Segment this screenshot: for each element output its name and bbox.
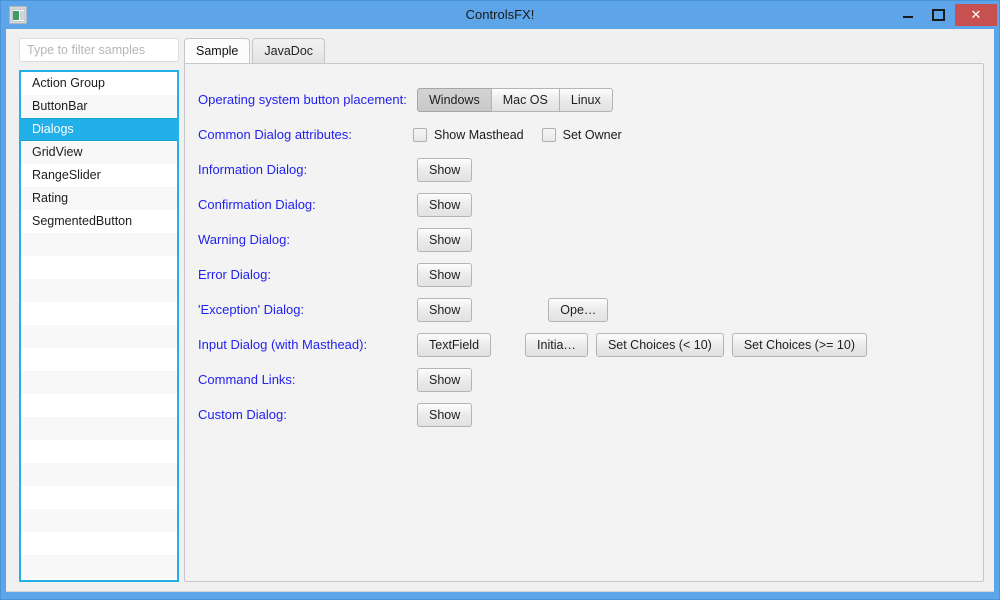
row-label: Confirmation Dialog: — [198, 197, 316, 212]
form-row: Command Links: Show — [185, 365, 985, 395]
row-controls: Show Masthead Set Owner — [413, 120, 640, 150]
row-label: Error Dialog: — [198, 267, 271, 282]
application-window: ControlsFX! ✕ Action GroupButtonBarDialo… — [0, 0, 1000, 600]
row-controls: Show — [417, 155, 473, 185]
checkbox-label: Set Owner — [562, 128, 622, 142]
row-controls: Show — [417, 400, 473, 430]
button-ope-1[interactable]: Ope… — [548, 298, 609, 322]
client-area: Action GroupButtonBarDialogsGridViewRang… — [6, 29, 994, 592]
tab-sample[interactable]: Sample — [184, 38, 251, 64]
button-show[interactable]: Show — [417, 228, 473, 252]
checkbox-label: Show Masthead — [434, 128, 524, 142]
sidebar-item-empty[interactable] — [21, 440, 177, 463]
row-label: Warning Dialog: — [198, 232, 291, 247]
row-controls: Show — [417, 365, 473, 395]
title-bar[interactable]: ControlsFX! ✕ — [1, 1, 999, 29]
close-icon: ✕ — [970, 7, 982, 22]
sidebar-item-empty[interactable] — [21, 417, 177, 440]
row-controls: Show — [417, 190, 473, 220]
sidebar-item-empty[interactable] — [21, 348, 177, 371]
close-button[interactable]: ✕ — [955, 4, 997, 26]
button-show[interactable]: Show — [417, 403, 473, 427]
sidebar-item-empty[interactable] — [21, 463, 177, 486]
sidebar-item-empty[interactable] — [21, 555, 177, 578]
sidebar-item-empty[interactable] — [21, 302, 177, 325]
sidebar-item-empty[interactable] — [21, 233, 177, 256]
button-initia-1[interactable]: Initia… — [525, 333, 588, 357]
sample-content-panel: Operating system button placement: Window… — [184, 63, 984, 582]
checkbox-set-owner[interactable]: Set Owner — [541, 128, 622, 142]
checkbox-show-masthead[interactable]: Show Masthead — [413, 128, 524, 142]
minimize-icon — [903, 16, 913, 18]
os-placement-segmented-button: Windows Mac OS Linux — [417, 88, 613, 112]
sidebar-item-segmentedbutton[interactable]: SegmentedButton — [21, 210, 177, 233]
sidebar-item-dialogs[interactable]: Dialogs — [21, 118, 177, 141]
row-controls: TextField Initia… Set Choices (< 10) Set Ch… — [417, 330, 867, 360]
sidebar-item-empty[interactable] — [21, 279, 177, 302]
form-row: Common Dialog attributes: Show Masthead Se… — [185, 120, 985, 150]
minimize-button[interactable] — [893, 4, 923, 26]
form-row: Error Dialog: Show — [185, 260, 985, 290]
button-show[interactable]: Show — [417, 193, 473, 217]
sidebar-item-empty[interactable] — [21, 486, 177, 509]
tab-strip: Sample JavaDoc — [184, 38, 327, 64]
segment-windows[interactable]: Windows — [417, 88, 492, 112]
row-label: Input Dialog (with Masthead): — [198, 337, 368, 352]
form-row: Custom Dialog: Show — [185, 400, 985, 430]
form-row: Information Dialog: Show — [185, 155, 985, 185]
sidebar-item-empty[interactable] — [21, 256, 177, 279]
row-controls: Windows Mac OS Linux — [417, 85, 613, 115]
sidebar-item-buttonbar[interactable]: ButtonBar — [21, 95, 177, 118]
sidebar-item-empty[interactable] — [21, 371, 177, 394]
button-set-choices-10-3[interactable]: Set Choices (>= 10) — [731, 333, 867, 357]
button-show[interactable]: Show — [417, 158, 473, 182]
form-row: Warning Dialog: Show — [185, 225, 985, 255]
row-controls: Show — [417, 225, 473, 255]
segment-linux[interactable]: Linux — [558, 88, 613, 112]
button-show[interactable]: Show — [417, 263, 473, 287]
filter-samples-input[interactable] — [19, 38, 179, 62]
sidebar-item-empty[interactable] — [21, 394, 177, 417]
form-row: Operating system button placement: Window… — [185, 85, 985, 115]
window-title: ControlsFX! — [465, 7, 535, 22]
checkbox-box-icon — [541, 128, 556, 142]
button-set-choices-10-2[interactable]: Set Choices (< 10) — [595, 333, 724, 357]
sidebar-item-empty[interactable] — [21, 325, 177, 348]
button-textfield-0[interactable]: TextField — [417, 333, 492, 357]
sidebar-item-rating[interactable]: Rating — [21, 187, 177, 210]
segment-mac-os[interactable]: Mac OS — [490, 88, 560, 112]
sidebar-item-action-group[interactable]: Action Group — [21, 72, 177, 95]
row-controls: Show — [417, 260, 473, 290]
form-row: Confirmation Dialog: Show — [185, 190, 985, 220]
checkbox-box-icon — [413, 128, 427, 142]
row-label: Common Dialog attributes: — [198, 127, 352, 142]
row-label: Operating system button placement: — [198, 92, 407, 107]
sidebar-item-empty[interactable] — [21, 532, 177, 555]
row-label: Custom Dialog: — [198, 407, 287, 422]
button-show[interactable]: Show — [417, 368, 473, 392]
tab-javadoc[interactable]: JavaDoc — [252, 38, 326, 64]
row-label: Command Links: — [198, 372, 296, 387]
sidebar-item-rangeslider[interactable]: RangeSlider — [21, 164, 177, 187]
row-label: Information Dialog: — [198, 162, 308, 177]
sidebar-item-empty[interactable] — [21, 509, 177, 532]
row-label: 'Exception' Dialog: — [198, 302, 305, 317]
form-row: 'Exception' Dialog: Show Ope… — [185, 295, 985, 325]
maximize-button[interactable] — [923, 4, 953, 26]
maximize-icon — [932, 9, 945, 21]
sidebar-item-gridview[interactable]: GridView — [21, 141, 177, 164]
form-row: Input Dialog (with Masthead): TextField In… — [185, 330, 985, 360]
samples-list[interactable]: Action Group ButtonBar Dialogs GridView Rang… — [19, 70, 179, 582]
button-show-0[interactable]: Show — [417, 298, 473, 322]
row-controls: Show Ope… — [417, 295, 609, 325]
